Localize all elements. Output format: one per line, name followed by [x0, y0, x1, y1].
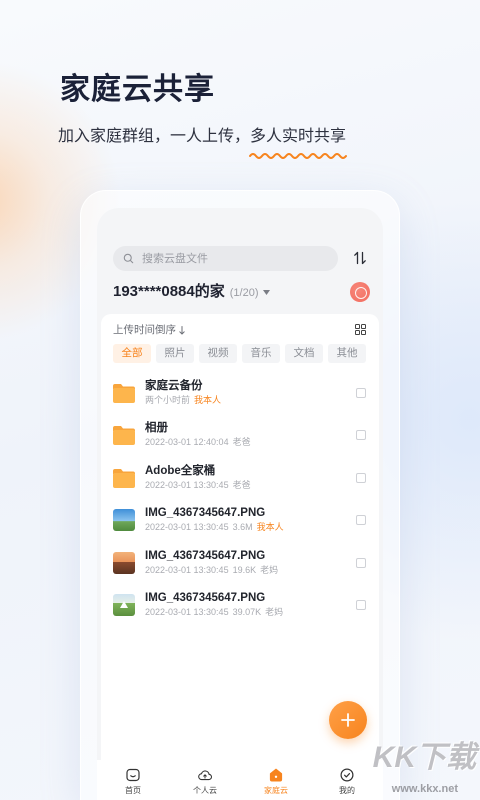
subtitle-highlight: 多人实时共享	[249, 127, 348, 159]
file-list: 家庭云备份 两个小时前 我本人 相册 2022-03-01 12:40:04 老爸 …	[101, 372, 379, 626]
family-cloud-icon	[269, 768, 283, 782]
file-time: 2022-03-01 13:30:45	[145, 522, 229, 533]
sort-label: 上传时间倒序	[113, 324, 176, 336]
nav-item-home[interactable]: 首页	[103, 760, 163, 800]
file-meta: 两个小时前 我本人	[145, 395, 221, 406]
family-name: 193****0884的家	[113, 283, 225, 300]
file-time: 两个小时前	[145, 395, 191, 405]
tab-music[interactable]: 音乐	[242, 344, 280, 363]
tab-other[interactable]: 其他	[328, 344, 366, 363]
file-row[interactable]: IMG_4367345647.PNG 2022-03-01 13:30:45 3.…	[101, 499, 379, 541]
app-screen: 193****0884的家 (1/20) 上传时间倒序 全部 照片 视频 音乐 …	[97, 208, 383, 800]
plus-icon	[341, 713, 355, 727]
file-name: IMG_4367345647.PNG	[145, 507, 266, 520]
sort-order[interactable]: 上传时间倒序	[113, 324, 185, 336]
file-owner: 老妈	[265, 606, 284, 617]
grid-view-icon[interactable]	[355, 324, 366, 335]
image-thumbnail-meadow	[113, 593, 135, 616]
file-name: IMG_4367345647.PNG	[145, 549, 266, 562]
file-name: 相册	[145, 422, 168, 435]
file-owner: 我本人	[194, 395, 222, 405]
file-meta: 2022-03-01 13:30:45 19.6K 老妈	[145, 565, 278, 576]
chevron-down-icon	[262, 289, 270, 295]
folder-icon	[113, 467, 135, 489]
headline-title: 家庭云共享	[60, 73, 215, 106]
select-checkbox[interactable]	[356, 472, 366, 483]
image-thumbnail-sunset	[113, 551, 135, 574]
file-time: 2022-03-01 12:40:04	[145, 437, 229, 448]
tab-videos[interactable]: 视频	[199, 344, 237, 363]
folder-icon	[113, 424, 135, 446]
file-time: 2022-03-01 13:30:45	[145, 606, 229, 617]
file-name: Adobe全家桶	[145, 464, 216, 477]
profile-icon	[340, 768, 354, 782]
sort-icon[interactable]	[353, 251, 367, 265]
arrow-down-icon	[179, 325, 185, 335]
tab-photos[interactable]: 照片	[156, 344, 194, 363]
file-name: 家庭云备份	[145, 380, 203, 392]
file-owner: 老爸	[232, 437, 251, 448]
file-name: IMG_4367345647.PNG	[145, 591, 266, 604]
subtitle-lead: 加入家庭群组，一人上传，	[58, 128, 251, 145]
file-meta: 2022-03-01 13:30:45 老爸	[145, 480, 251, 491]
bottom-nav: 首页 个人云 家庭云 我的	[97, 760, 383, 800]
select-checkbox[interactable]	[356, 388, 366, 398]
search-bar[interactable]	[113, 246, 338, 271]
folder-icon	[113, 382, 135, 404]
file-owner: 我本人	[256, 522, 284, 533]
nav-label: 个人云	[193, 786, 217, 795]
image-thumbnail-sky	[113, 509, 135, 532]
family-switcher[interactable]: 193****0884的家 (1/20)	[113, 283, 270, 301]
file-size: 3.6M	[232, 522, 253, 533]
search-input[interactable]	[142, 251, 322, 266]
nav-item-personal-cloud[interactable]: 个人云	[175, 760, 235, 800]
file-time: 2022-03-01 13:30:45	[145, 564, 229, 575]
nav-label: 家庭云	[264, 786, 288, 795]
file-row[interactable]: 相册 2022-03-01 12:40:04 老爸	[101, 414, 379, 456]
file-time: 2022-03-01 13:30:45	[145, 479, 229, 490]
select-checkbox[interactable]	[356, 430, 366, 441]
add-button[interactable]	[329, 701, 367, 739]
filter-tabs: 全部 照片 视频 音乐 文档 其他	[113, 344, 366, 363]
file-row[interactable]: 家庭云备份 两个小时前 我本人	[101, 372, 379, 414]
file-meta: 2022-03-01 13:30:45 39.07K 老妈	[145, 607, 283, 618]
file-size: 19.6K	[232, 564, 257, 575]
select-checkbox[interactable]	[356, 599, 366, 610]
family-avatar-icon[interactable]	[350, 282, 370, 302]
file-size: 39.07K	[232, 606, 262, 617]
family-member-count: (1/20)	[229, 287, 259, 299]
file-meta: 2022-03-01 12:40:04 老爸	[145, 437, 251, 448]
tab-all[interactable]: 全部	[113, 344, 151, 363]
subtitle-highlight-text: 多人实时共享	[250, 128, 347, 145]
file-row[interactable]: IMG_4367345647.PNG 2022-03-01 13:30:45 19…	[101, 542, 379, 584]
nav-label: 首页	[125, 786, 141, 795]
watermark-url: www.kkx.net	[391, 783, 458, 795]
search-icon	[123, 253, 134, 264]
file-owner: 老爸	[232, 479, 251, 490]
file-meta: 2022-03-01 13:30:45 3.6M 我本人	[145, 522, 284, 533]
watermark-logo: KK下载	[372, 741, 476, 774]
select-checkbox[interactable]	[356, 515, 366, 526]
nav-label: 我的	[339, 786, 355, 795]
select-checkbox[interactable]	[356, 557, 366, 568]
wavy-underline-icon	[249, 153, 348, 159]
file-row[interactable]: IMG_4367345647.PNG 2022-03-01 13:30:45 39…	[101, 584, 379, 626]
file-owner: 老妈	[260, 564, 279, 575]
nav-item-profile[interactable]: 我的	[317, 760, 377, 800]
nav-item-family-cloud[interactable]: 家庭云	[246, 760, 306, 800]
file-row[interactable]: Adobe全家桶 2022-03-01 13:30:45 老爸	[101, 457, 379, 499]
personal-cloud-icon	[198, 768, 212, 782]
home-icon	[126, 768, 140, 782]
headline-subtitle: 加入家庭群组，一人上传，多人实时共享	[58, 127, 348, 159]
tab-documents[interactable]: 文档	[285, 344, 323, 363]
